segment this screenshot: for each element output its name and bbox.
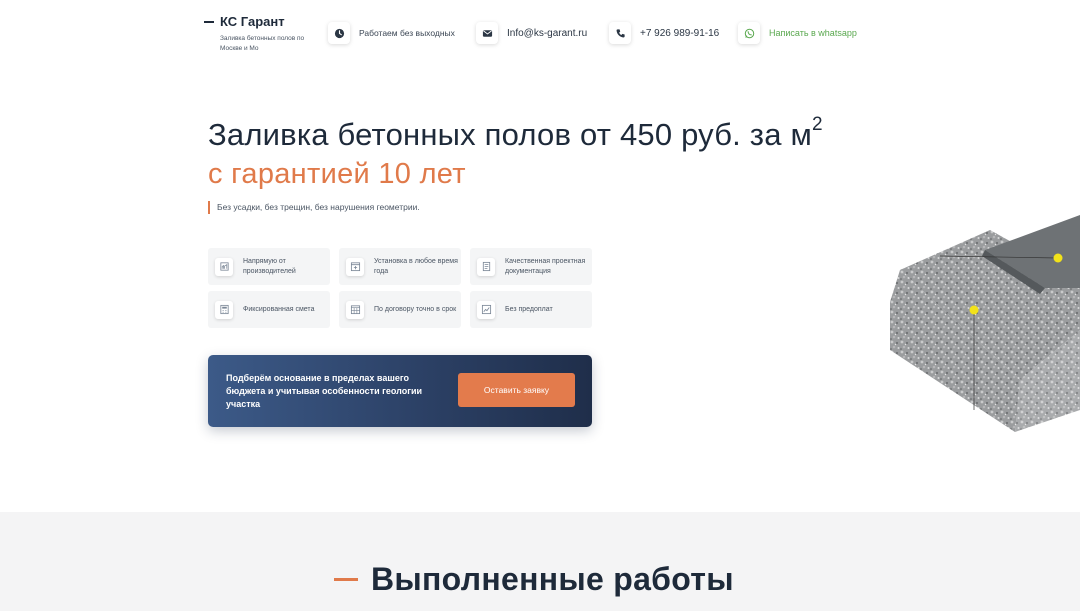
cta-banner: Подберём основание в пределах вашего бюд… [208,355,592,427]
feature-item: Фиксированная смета [208,291,330,328]
phone-text: +7 926 989-91-16 [640,27,720,39]
hero-title-text: Заливка бетонных полов от 450 руб. за м [208,117,812,152]
email-text: Info@ks-garant.ru [507,27,588,39]
feature-item: Без предоплат [470,291,592,328]
chart-icon [477,300,495,319]
working-hours-text: Работаем без выходных [359,28,455,38]
logo-title: КС Гарант [204,14,310,29]
submit-request-button[interactable]: Оставить заявку [458,373,575,407]
cta-text: Подберём основание в пределах вашего бюд… [226,373,423,409]
site-header: КС Гарант Заливка бетонных полов по Моск… [0,0,1080,60]
feature-label: Без предоплат [505,305,553,313]
logo-subtitle: Заливка бетонных полов по Москве и Мо [220,35,305,52]
working-hours: Работаем без выходных [328,22,455,44]
works-title-text: Выполненные работы [371,561,734,597]
logo-dash [204,20,214,23]
email-link[interactable]: Info@ks-garant.ru [476,22,587,44]
feature-label: По договору точно в срок [374,305,457,313]
feature-item: Установка в любое время года [339,248,461,285]
document-icon [477,257,495,276]
calculator-icon [215,300,233,319]
calendar-plus-icon [346,257,364,276]
clock-icon [328,22,350,44]
feature-label: Фиксированная смета [243,305,315,313]
marker-dot-side [969,305,979,315]
feature-item: Напрямую от производителей [208,248,330,285]
calendar-grid-icon [346,300,364,319]
logo[interactable]: КС Гарант Заливка бетонных полов по Моск… [204,14,310,54]
hero-title: Заливка бетонных полов от 450 руб. за м2 [208,113,823,153]
hero-title-superscript: 2 [812,113,823,135]
whatsapp-text: Написать в whatsapp [769,28,857,38]
feature-label: Напрямую от производителей [243,257,296,275]
hero-note: Без усадки, без трещин, без нарушения ге… [208,201,420,214]
phone-link[interactable]: +7 926 989-91-16 [609,22,719,44]
feature-label: Качественная проектная документация [505,257,586,275]
works-section-title: Выполненные работы [334,561,734,598]
factory-icon [215,257,233,276]
mail-icon [476,22,498,44]
logo-title-text: КС Гарант [220,14,285,29]
features-grid: Напрямую от производителей Установка в л… [208,248,592,328]
hero-subtitle: с гарантией 10 лет [208,158,466,190]
whatsapp-icon [738,22,760,44]
feature-item: Качественная проектная документация [470,248,592,285]
phone-icon [609,22,631,44]
title-dash [334,578,358,581]
feature-item: По договору точно в срок [339,291,461,328]
feature-label: Установка в любое время года [374,257,458,275]
whatsapp-link[interactable]: Написать в whatsapp [738,22,857,44]
marker-dot-top [1053,253,1063,263]
concrete-slab-illustration [890,215,1080,432]
